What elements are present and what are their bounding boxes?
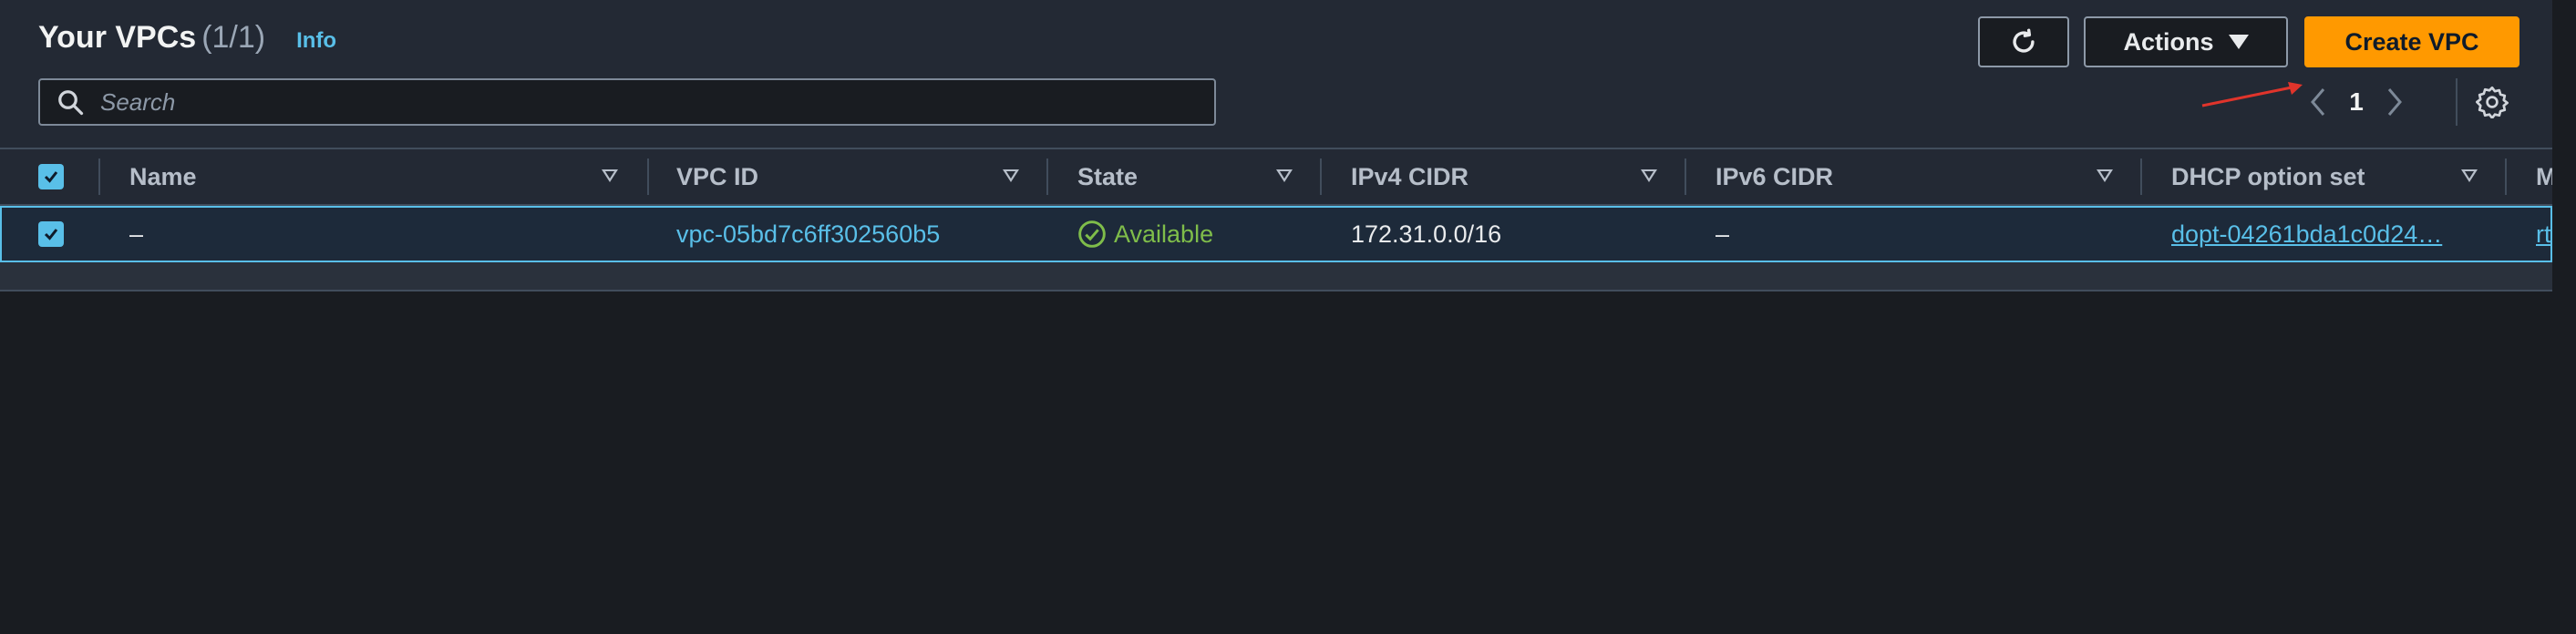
column-header-label: Name (129, 162, 197, 190)
check-icon (44, 229, 58, 240)
column-divider[interactable] (647, 158, 649, 195)
column-divider[interactable] (1685, 158, 1686, 195)
previous-page-button[interactable] (2303, 82, 2334, 122)
column-header-label: M (2536, 162, 2552, 190)
chevron-left-icon (2311, 88, 2325, 116)
info-link[interactable]: Info (296, 28, 336, 54)
cell-ipv4-cidr: 172.31.0.0/16 (1351, 220, 1502, 248)
cell-dhcp-option-set-link[interactable]: dopt-04261bda1c0d24… (2171, 208, 2442, 261)
column-header-main-route-table[interactable]: M (2536, 149, 2552, 204)
page-title-text: Your VPCs (38, 20, 197, 55)
cell-ipv6-cidr: – (1716, 220, 1730, 248)
actions-label: Actions (2123, 27, 2214, 56)
pagination-divider (2456, 78, 2458, 126)
column-divider[interactable] (2505, 158, 2507, 195)
column-header-label: VPC ID (676, 162, 759, 190)
refresh-button[interactable] (1978, 16, 2069, 67)
check-icon (44, 171, 58, 183)
column-header-label: State (1077, 162, 1139, 190)
column-divider (98, 158, 100, 195)
resource-count: (1/1) (201, 20, 266, 55)
column-header-name[interactable]: Name (129, 149, 197, 204)
cell-state: Available (1077, 208, 1213, 261)
check-circle-icon (1078, 220, 1106, 248)
chevron-right-icon (2387, 88, 2402, 116)
column-header-label: DHCP option set (2171, 162, 2365, 190)
vpc-table: Name VPC ID State IPv4 CIDR IPv6 CIDR DH… (0, 148, 2552, 291)
column-header-dhcp-option-set[interactable]: DHCP option set (2171, 149, 2365, 204)
vpc-console-page: Your VPCs(1/1) Info Actions Create VPC (0, 0, 2552, 634)
current-page-number[interactable]: 1 (2334, 87, 2379, 117)
column-header-vpc-id[interactable]: VPC ID (676, 149, 758, 204)
table-header: Name VPC ID State IPv4 CIDR IPv6 CIDR DH… (0, 148, 2552, 206)
column-header-ipv4-cidr[interactable]: IPv4 CIDR (1351, 149, 1468, 204)
actions-dropdown-button[interactable]: Actions (2084, 16, 2288, 67)
column-divider[interactable] (2140, 158, 2142, 195)
cell-main-route-table-link[interactable]: rt (2536, 208, 2551, 261)
search-icon (58, 90, 84, 116)
row-select-checkbox[interactable] (38, 221, 64, 247)
column-divider[interactable] (1046, 158, 1048, 195)
next-page-button[interactable] (2379, 82, 2410, 122)
search-bar[interactable] (38, 78, 1216, 126)
select-all-checkbox[interactable] (38, 164, 64, 189)
gear-icon[interactable] (2476, 86, 2509, 118)
horizontal-scrollbar[interactable] (0, 262, 2552, 291)
cell-vpc-id-link[interactable]: vpc-05bd7c6ff302560b5 (676, 208, 940, 261)
create-vpc-label: Create VPC (2344, 27, 2479, 56)
column-header-state[interactable]: State (1077, 149, 1138, 204)
search-input[interactable] (98, 87, 1178, 118)
annotation-arrow-icon (2201, 82, 2303, 107)
header: Your VPCs (1/1) Info (38, 20, 336, 56)
pagination: 1 (2303, 82, 2410, 122)
column-header-ipv6-cidr[interactable]: IPv6 CIDR (1716, 149, 1833, 204)
page-title: Your VPCs (1/1) (38, 20, 265, 56)
cell-name: – (129, 220, 144, 248)
caret-down-icon (2228, 35, 2249, 49)
table-row[interactable]: – vpc-05bd7c6ff302560b5 Available 172.31… (0, 206, 2552, 262)
status-badge: Available (1114, 220, 1214, 248)
column-header-label: IPv4 CIDR (1351, 162, 1469, 190)
create-vpc-button[interactable]: Create VPC (2304, 16, 2519, 67)
column-divider[interactable] (1320, 158, 1322, 195)
column-header-label: IPv6 CIDR (1716, 162, 1834, 190)
refresh-icon (2013, 28, 2035, 53)
